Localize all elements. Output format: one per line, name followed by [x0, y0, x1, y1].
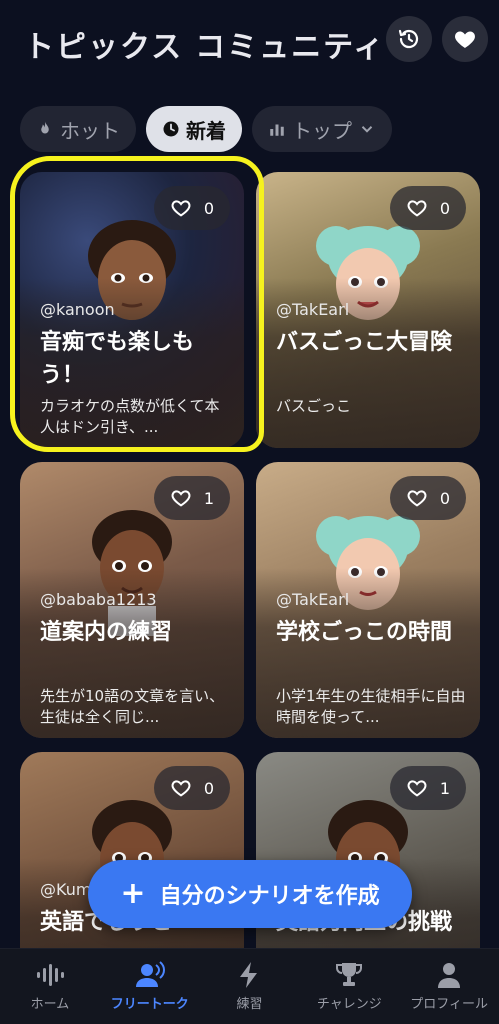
like-count: 1 [439, 778, 451, 798]
card-description: 先生が10語の文章を言い、生徒は全く同じ... [40, 687, 225, 726]
heart-outline-icon [171, 200, 191, 217]
like-button[interactable]: 1 [154, 476, 230, 520]
bottom-nav: ホーム フリートーク 練習 チャレンジ プロフィール [0, 948, 499, 1024]
scenario-card[interactable]: 1 @bababa1213 道案内の練習 先生が10語の文章を言い、生徒は全く同… [20, 462, 244, 738]
heart-icon [455, 31, 475, 48]
like-count: 1 [203, 488, 215, 508]
nav-practice[interactable]: 練習 [200, 949, 300, 1024]
filter-hot[interactable]: ホット [20, 106, 136, 152]
nav-challenge[interactable]: チャレンジ [299, 949, 399, 1024]
nav-challenge-label: チャレンジ [316, 997, 382, 1012]
tab-community[interactable]: コミュニティ [195, 30, 385, 65]
card-username: @TakEarl [276, 590, 350, 609]
like-count: 0 [439, 488, 451, 508]
card-username: @bababa1213 [40, 590, 157, 609]
nav-home[interactable]: ホーム [0, 949, 100, 1024]
nav-home-label: ホーム [30, 997, 70, 1012]
plus-icon: + [120, 876, 146, 911]
card-title: 道案内の練習 [40, 620, 173, 645]
like-button[interactable]: 0 [154, 766, 230, 810]
nav-free-talk-label: フリートーク [110, 997, 189, 1012]
tab-topics[interactable]: トピックス [24, 30, 183, 65]
card-title: 学校ごっこの時間 [276, 620, 453, 645]
voice-user-icon [135, 961, 165, 987]
person-icon [438, 963, 461, 988]
trophy-icon [336, 963, 363, 986]
like-button[interactable]: 0 [390, 476, 466, 520]
create-scenario-button[interactable]: + 自分のシナリオを作成 [88, 860, 412, 928]
nav-practice-label: 練習 [236, 997, 263, 1012]
filter-new-label: 新着 [186, 118, 226, 143]
card-description: 小学1年生の生徒相手に自由時間を使って... [276, 687, 466, 726]
like-count: 0 [439, 198, 451, 218]
bar-chart-icon [270, 124, 284, 136]
card-title: 音痴でも楽しもう！ [40, 330, 195, 388]
card-description: カラオケの点数が低くて本人はドン引き、... [40, 397, 220, 436]
lightning-icon [240, 962, 258, 988]
like-count: 0 [203, 778, 215, 798]
filter-top-label: トップ [292, 118, 352, 143]
heart-outline-icon [171, 780, 191, 797]
page-title: トピックス コミュニティ [24, 22, 385, 66]
card-title: バスごっこ大冒険 [276, 330, 453, 355]
filter-hot-label: ホット [60, 118, 120, 143]
favorites-button[interactable] [442, 16, 488, 62]
heart-outline-icon [171, 490, 191, 507]
chevron-down-icon [361, 126, 373, 133]
card-description: バスごっこ [276, 397, 352, 415]
heart-outline-icon [407, 490, 427, 507]
heart-outline-icon [407, 200, 427, 217]
like-count: 0 [203, 198, 215, 218]
like-button[interactable]: 0 [154, 186, 230, 230]
filter-bar: ホット 新着 トップ [20, 106, 392, 152]
filter-new[interactable]: 新着 [146, 106, 242, 152]
scenario-card[interactable]: 0 @TakEarl 学校ごっこの時間 小学1年生の生徒相手に自由時間を使って.… [256, 462, 480, 738]
scenario-card[interactable]: 0 @kanoon 音痴でも楽しもう！ カラオケの点数が低くて本人はドン引き、.… [20, 172, 244, 448]
nav-profile-label: プロフィール [410, 997, 488, 1012]
waveform-icon [36, 964, 64, 986]
scenario-card[interactable]: 0 @TakEarl バスごっこ大冒険 バスごっこ [256, 172, 480, 448]
clock-icon [163, 121, 179, 137]
nav-profile[interactable]: プロフィール [399, 949, 499, 1024]
like-button[interactable]: 0 [390, 186, 466, 230]
create-scenario-label: 自分のシナリオを作成 [159, 884, 380, 909]
heart-outline-icon [407, 780, 427, 797]
header: トピックス コミュニティ [0, 0, 499, 90]
card-username: @kanoon [40, 300, 115, 319]
history-icon [398, 29, 419, 49]
filter-top[interactable]: トップ [252, 106, 392, 152]
history-button[interactable] [386, 16, 432, 62]
nav-free-talk[interactable]: フリートーク [100, 949, 200, 1024]
flame-icon [41, 121, 49, 134]
like-button[interactable]: 1 [390, 766, 466, 810]
card-username: @TakEarl [276, 300, 350, 319]
